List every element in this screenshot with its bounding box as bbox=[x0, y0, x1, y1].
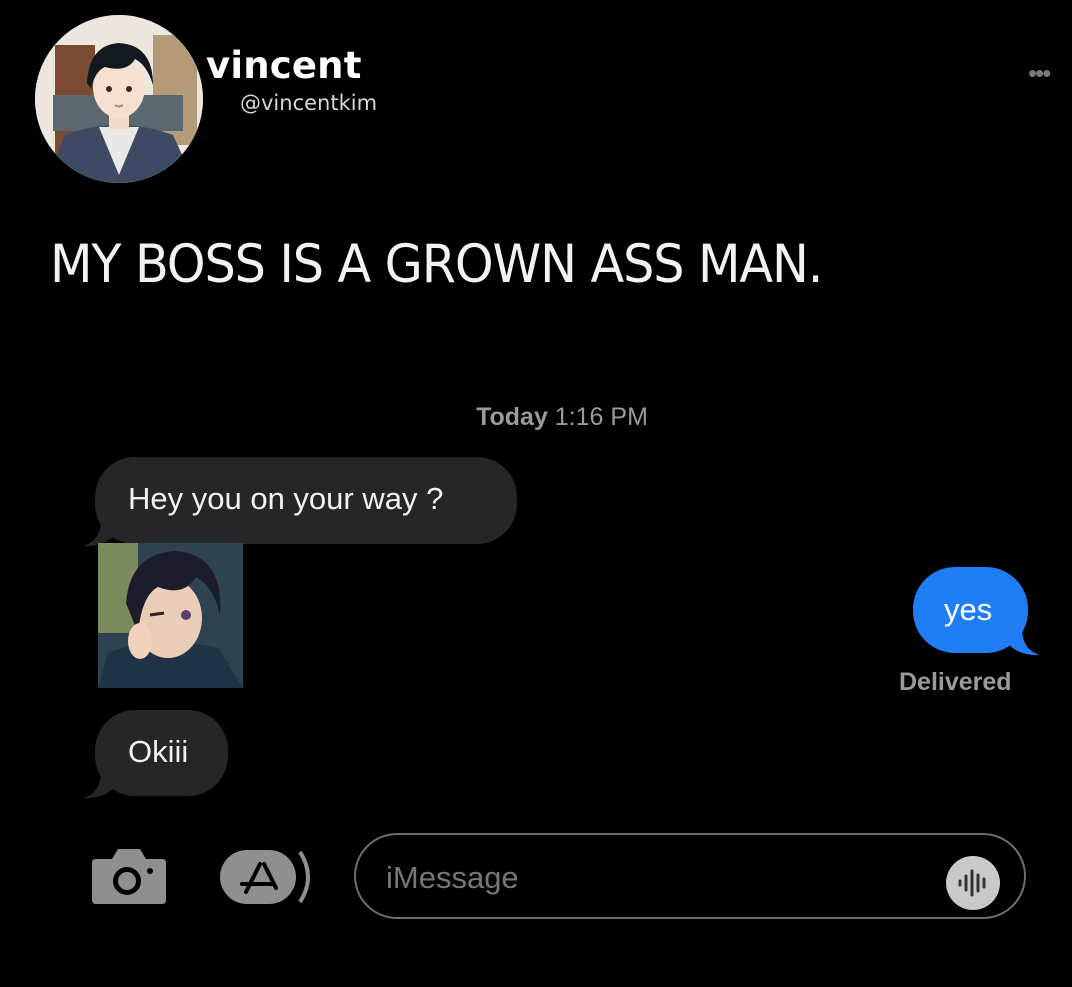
more-horizontal-icon[interactable]: ••• bbox=[1028, 58, 1051, 89]
message-text: Okiii bbox=[128, 734, 189, 769]
received-message-bubble[interactable]: Okiii bbox=[83, 710, 228, 799]
message-text: Hey you on your way ? bbox=[128, 481, 444, 516]
received-image[interactable] bbox=[98, 543, 243, 688]
post-text: MY BOSS IS A GROWN ASS MAN. bbox=[50, 234, 823, 295]
delivery-status: Delivered bbox=[899, 668, 1012, 696]
message-text-field[interactable] bbox=[384, 855, 928, 901]
message-text: yes bbox=[944, 592, 993, 627]
app-store-icon[interactable] bbox=[220, 848, 316, 906]
received-message-bubble[interactable]: Hey you on your way ? bbox=[83, 457, 517, 547]
user-handle[interactable]: @vincentkim bbox=[240, 91, 377, 115]
profile-avatar[interactable] bbox=[35, 15, 203, 183]
display-name[interactable]: vincent bbox=[206, 44, 362, 87]
audio-waveform-icon[interactable] bbox=[946, 856, 1000, 910]
message-timestamp: Today 1:16 PM bbox=[476, 403, 648, 431]
sent-message-bubble[interactable]: yes bbox=[913, 567, 1040, 656]
camera-icon[interactable] bbox=[92, 847, 166, 904]
imessage-input[interactable] bbox=[354, 833, 1026, 919]
